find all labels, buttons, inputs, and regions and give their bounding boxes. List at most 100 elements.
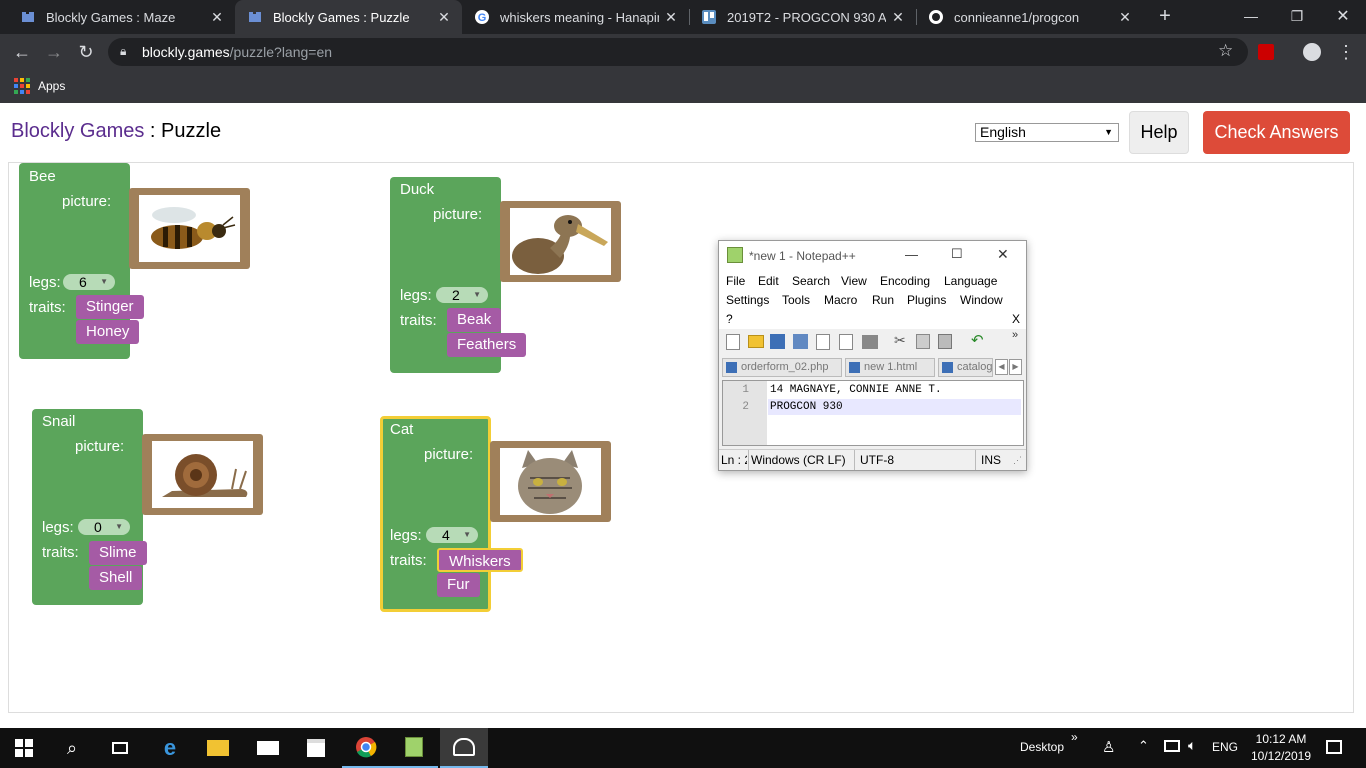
task-view-icon[interactable]	[96, 728, 144, 768]
close-icon[interactable]: ✕	[886, 9, 910, 26]
doc-tab-new1-html[interactable]: new 1.html	[845, 358, 935, 377]
window-close-button[interactable]: ✕	[997, 246, 1009, 263]
notepad-editor[interactable]: 1 2 14 MAGNAYE, CONNIE ANNE T. PROGCON 9…	[722, 380, 1024, 446]
maximize-button[interactable]: ☐	[951, 246, 963, 262]
edge-icon[interactable]: e	[146, 728, 194, 768]
minimize-button[interactable]: —	[905, 247, 918, 262]
tab-trello-board[interactable]: 2019T2 - PROGCON 930 ACFM ✕	[689, 0, 916, 34]
trait-block-beak[interactable]: Beak	[447, 308, 502, 332]
menu-settings[interactable]: Settings	[726, 293, 769, 307]
menu-encoding[interactable]: Encoding	[880, 274, 930, 288]
brand-link[interactable]: Blockly Games	[11, 120, 144, 142]
toolbar-overflow-icon[interactable]: »	[1071, 730, 1078, 744]
menu-edit[interactable]: Edit	[758, 274, 779, 288]
close-all-icon[interactable]	[839, 334, 853, 350]
trait-block-stinger[interactable]: Stinger	[76, 295, 144, 319]
store-icon[interactable]	[292, 728, 340, 768]
clock-date[interactable]: 10/12/2019	[1248, 749, 1314, 763]
tab-google-search[interactable]: G whiskers meaning - Hanapin sa ✕	[462, 0, 689, 34]
volume-icon[interactable]: 🔈︎	[1188, 737, 1196, 754]
close-icon[interactable]: ✕	[205, 9, 229, 26]
notepad-window[interactable]: *new 1 - Notepad++ — ☐ ✕ File Edit Searc…	[718, 240, 1027, 471]
close-icon[interactable]: ✕	[432, 9, 456, 26]
trait-block-feathers[interactable]: Feathers	[447, 333, 527, 357]
clock-time[interactable]: 10:12 AM	[1252, 732, 1310, 746]
pdf-extension-icon[interactable]	[1250, 36, 1282, 68]
forward-button[interactable]: →	[38, 36, 70, 68]
back-button[interactable]: ←	[6, 36, 38, 68]
resize-grip-icon[interactable]: ⋰	[1013, 455, 1022, 466]
picture-block-cat[interactable]	[490, 441, 611, 522]
new-file-icon[interactable]	[726, 334, 740, 350]
close-icon[interactable]: ✕	[1113, 9, 1137, 26]
menu-help[interactable]: ?	[726, 312, 733, 326]
new-tab-button[interactable]: +	[1152, 4, 1178, 30]
star-icon[interactable]: ☆	[1218, 41, 1233, 61]
trait-block-honey[interactable]: Honey	[76, 320, 140, 344]
start-button[interactable]	[0, 728, 48, 768]
reload-button[interactable]: ↻	[70, 36, 102, 68]
menu-language[interactable]: Language	[944, 274, 997, 288]
close-icon[interactable]: ✕	[659, 9, 683, 26]
doc-tab-orderform[interactable]: orderform_02.php	[722, 358, 842, 377]
help-button[interactable]: Help	[1129, 111, 1189, 154]
action-center-icon[interactable]	[1326, 740, 1342, 754]
people-icon[interactable]: ♙	[1102, 738, 1115, 756]
menu-file[interactable]: File	[726, 274, 745, 288]
picture-block-bee[interactable]	[129, 188, 250, 269]
legs-dropdown[interactable]: 0 ▼	[78, 519, 130, 535]
doc-tab-catalog[interactable]: catalog.	[938, 358, 993, 377]
chrome-taskbar-icon[interactable]	[342, 728, 390, 768]
menu-window[interactable]: Window	[960, 293, 1003, 307]
menu-icon[interactable]: ⋮	[1330, 36, 1362, 68]
file-explorer-icon[interactable]	[194, 728, 242, 768]
tab-github-progcon[interactable]: connieanne1/progcon ✕	[916, 0, 1143, 34]
restore-button[interactable]: ❐	[1274, 0, 1320, 32]
window-close-button[interactable]: ✕	[1320, 0, 1366, 32]
mail-icon[interactable]	[244, 728, 292, 768]
desktop-toolbar[interactable]: Desktop	[1020, 740, 1064, 754]
picture-block-duck[interactable]	[500, 201, 621, 282]
tab-scroll-left-icon[interactable]: ◀	[995, 359, 1008, 375]
tab-blockly-maze[interactable]: Blockly Games : Maze ✕	[8, 0, 235, 34]
legs-dropdown[interactable]: 2 ▼	[436, 287, 488, 303]
tab-scroll-right-icon[interactable]: ▶	[1009, 359, 1022, 375]
menu-run[interactable]: Run	[872, 293, 894, 307]
menu-tools[interactable]: Tools	[782, 293, 810, 307]
notepadpp-taskbar-icon[interactable]	[390, 728, 438, 768]
input-language[interactable]: ENG	[1212, 740, 1238, 754]
photos-taskbar-icon[interactable]	[440, 728, 488, 768]
picture-block-snail[interactable]	[142, 434, 263, 515]
profile-icon[interactable]	[1296, 36, 1328, 68]
check-answers-button[interactable]: Check Answers	[1203, 111, 1350, 154]
legs-dropdown[interactable]: 4 ▼	[426, 527, 478, 543]
menu-macro[interactable]: Macro	[824, 293, 857, 307]
print-icon[interactable]	[862, 335, 878, 349]
copy-icon[interactable]	[916, 334, 930, 349]
trait-block-slime[interactable]: Slime	[89, 541, 147, 565]
save-icon[interactable]	[770, 334, 785, 349]
paste-icon[interactable]	[938, 334, 952, 349]
bookmark-apps[interactable]: Apps	[14, 78, 65, 94]
menu-plugins[interactable]: Plugins	[907, 293, 946, 307]
tab-blockly-puzzle[interactable]: Blockly Games : Puzzle ✕	[235, 0, 462, 34]
close-file-icon[interactable]	[816, 334, 830, 350]
menu-view[interactable]: View	[841, 274, 867, 288]
legs-dropdown[interactable]: 6 ▼	[63, 274, 115, 290]
open-file-icon[interactable]	[748, 335, 764, 348]
language-select[interactable]: English ▼	[975, 123, 1119, 142]
notepad-titlebar[interactable]: *new 1 - Notepad++ — ☐ ✕	[719, 241, 1026, 271]
menu-search[interactable]: Search	[792, 274, 830, 288]
minimize-button[interactable]: —	[1228, 0, 1274, 32]
address-bar[interactable]: 🔒︎ blockly.games/puzzle?lang=en ☆	[108, 38, 1248, 66]
cut-icon[interactable]: ✂	[894, 332, 906, 349]
toolbar-overflow-icon[interactable]: »	[1012, 329, 1018, 341]
undo-icon[interactable]: ↶	[971, 331, 984, 349]
chevron-up-icon[interactable]: ⌃	[1138, 738, 1149, 754]
trait-block-fur[interactable]: Fur	[437, 573, 480, 597]
trait-block-shell[interactable]: Shell	[89, 566, 143, 590]
close-document-button[interactable]: X	[1012, 312, 1020, 326]
save-all-icon[interactable]	[793, 334, 808, 349]
search-icon[interactable]: ⌕	[48, 728, 96, 768]
network-icon[interactable]	[1164, 740, 1180, 752]
